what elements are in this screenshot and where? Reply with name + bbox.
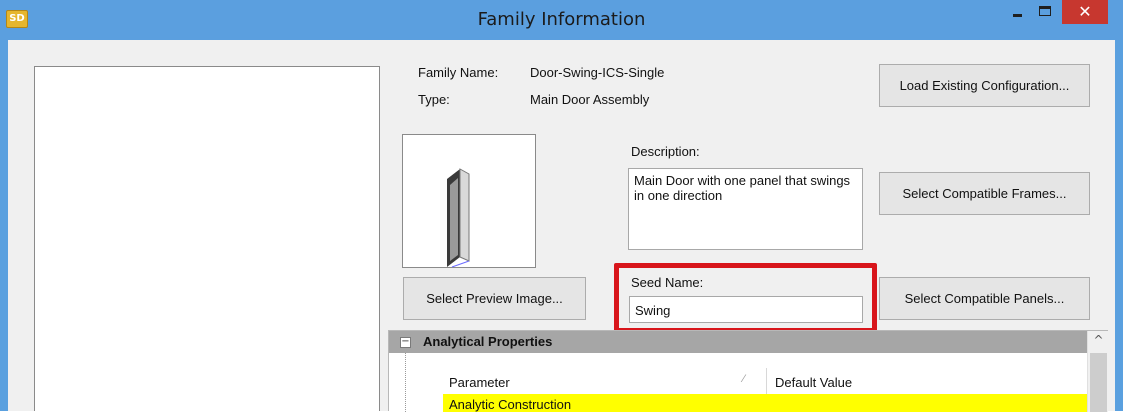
column-header-default-label: Default Value [775, 375, 853, 390]
description-label: Description: [631, 144, 700, 159]
property-grid[interactable]: − Analytical Properties Parameter ⁄ Defa… [388, 330, 1108, 412]
select-preview-image-button[interactable]: Select Preview Image... [403, 277, 586, 320]
family-information-window: SD Family Information ✕ Family Name: Doo… [0, 0, 1123, 412]
column-header-default-value[interactable]: Default Value [767, 368, 1087, 394]
window-title: Family Information [477, 9, 646, 30]
column-header-parameter[interactable]: Parameter ⁄ [443, 368, 767, 394]
select-compatible-frames-button[interactable]: Select Compatible Frames... [879, 172, 1090, 215]
description-field[interactable]: Main Door with one panel that swings in … [628, 168, 863, 250]
category-label: Analytical Properties [423, 334, 553, 349]
row-parameter-cell: Analytic Construction [449, 397, 572, 412]
family-name-value: Door-Swing-ICS-Single [530, 65, 665, 80]
maximize-icon [1039, 6, 1051, 16]
maximize-button[interactable] [1031, 0, 1059, 24]
vertical-scrollbar[interactable]: ^ [1087, 331, 1108, 412]
title-bar[interactable]: SD Family Information ✕ [0, 0, 1123, 40]
close-icon: ✕ [1078, 2, 1092, 21]
seed-name-highlight [614, 263, 877, 333]
column-header-parameter-label: Parameter [449, 375, 510, 390]
dialog-body: Family Name: Door-Swing-ICS-Single Type:… [8, 40, 1115, 412]
close-button[interactable]: ✕ [1062, 0, 1108, 24]
type-label: Type: [418, 92, 450, 107]
select-compatible-panels-button[interactable]: Select Compatible Panels... [879, 277, 1090, 320]
type-value: Main Door Assembly [530, 92, 650, 107]
family-name-label: Family Name: [418, 65, 499, 80]
sort-indicator-icon: ⁄ [743, 373, 745, 385]
minimize-icon [1013, 14, 1022, 17]
preview-image [402, 134, 536, 268]
table-row[interactable]: Analytic Construction [443, 394, 1087, 412]
load-existing-configuration-button[interactable]: Load Existing Configuration... [879, 64, 1090, 107]
tree-connector [405, 353, 406, 412]
family-list-panel[interactable] [34, 66, 380, 411]
door-preview-icon [447, 168, 470, 268]
category-row[interactable]: − Analytical Properties [389, 331, 1087, 353]
scroll-thumb[interactable] [1090, 353, 1107, 412]
scroll-up-icon[interactable]: ^ [1088, 333, 1109, 351]
minimize-button[interactable] [1003, 0, 1031, 24]
collapse-icon[interactable]: − [400, 337, 411, 348]
